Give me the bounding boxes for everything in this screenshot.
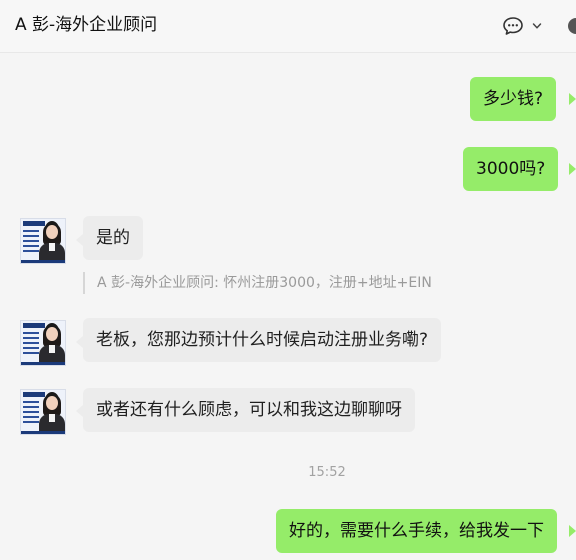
message-text: 老板，您那边预计什么时候启动注册业务嘞? (96, 330, 429, 350)
message-text: 或者还有什么顾虑，可以和我这边聊聊呀 (96, 400, 402, 420)
chat-bubble-dots-icon[interactable] (502, 15, 524, 37)
quote-author: A 彭-海外企业顾问 (97, 275, 215, 291)
message-text: 多少钱? (483, 89, 544, 109)
chat-header: A 彭-海外企业顾问 (0, 0, 576, 53)
message-timestamp: 15:52 (308, 465, 346, 480)
message-text: 是的 (96, 228, 130, 248)
contact-avatar[interactable] (20, 389, 66, 435)
bubble-tail (76, 336, 83, 348)
message-text: 3000吗? (476, 159, 546, 179)
message-bubble-received[interactable]: 或者还有什么顾虑，可以和我这边聊聊呀 (83, 388, 415, 432)
bubble-tail (569, 525, 576, 537)
contact-avatar[interactable] (20, 320, 66, 366)
bubble-tail (76, 234, 83, 246)
chat-options-button[interactable] (502, 14, 552, 38)
message-bubble-sent[interactable]: 3000吗? (463, 147, 559, 191)
message-bubble-received[interactable]: 老板，您那边预计什么时候启动注册业务嘞? (83, 318, 442, 362)
message-bubble-received[interactable]: 是的 (83, 216, 143, 260)
window-edge-handle (568, 18, 576, 34)
bubble-tail (569, 93, 576, 105)
contact-avatar[interactable] (20, 218, 66, 264)
message-bubble-sent[interactable]: 多少钱? (470, 77, 557, 121)
chevron-down-icon[interactable] (532, 21, 542, 31)
quoted-message[interactable]: A 彭-海外企业顾问: 怀州注册3000，注册+地址+EIN (83, 272, 432, 294)
message-bubble-sent[interactable]: 好的，需要什么手续，给我发一下 (276, 509, 557, 553)
quote-text: 怀州注册3000，注册+地址+EIN (223, 275, 432, 291)
chat-title: A 彭-海外企业顾问 (15, 15, 158, 35)
bubble-tail (569, 163, 576, 175)
bubble-tail (76, 405, 83, 417)
message-text: 好的，需要什么手续，给我发一下 (289, 521, 544, 541)
